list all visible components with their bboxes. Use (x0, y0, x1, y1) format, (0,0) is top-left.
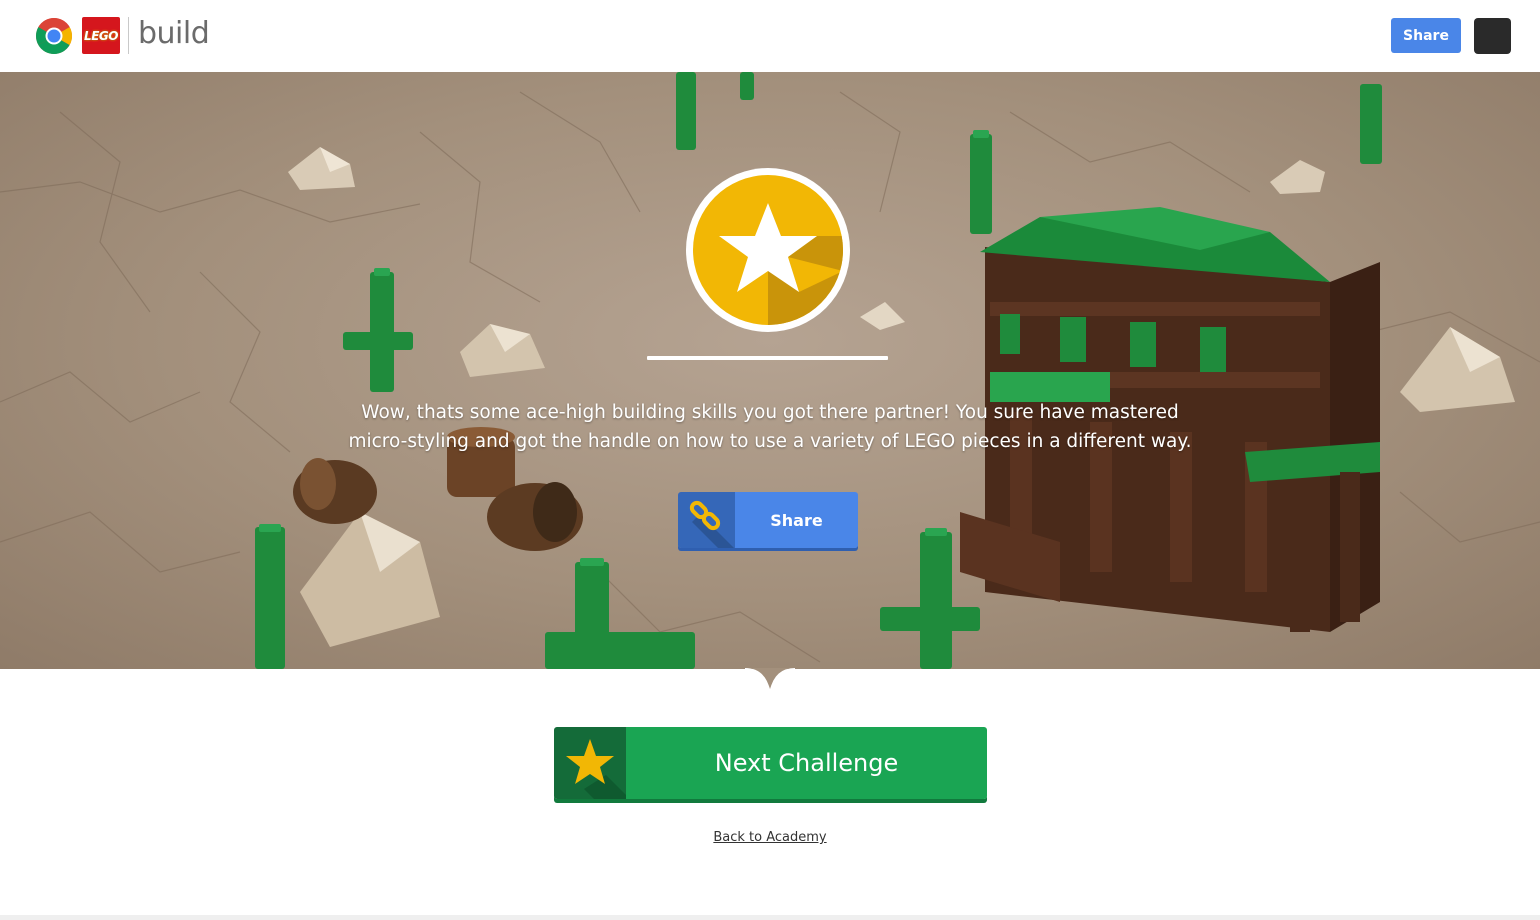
hero-notch (745, 668, 795, 694)
star-icon (566, 739, 626, 799)
share-link-box (678, 492, 735, 548)
next-challenge-star-box (554, 727, 626, 799)
brand-title[interactable]: build (138, 15, 210, 53)
hero-banner: Wow, thats some ace-high building skills… (0, 72, 1540, 669)
rock-left-top (288, 147, 355, 190)
hero-divider (647, 356, 888, 360)
hero-share-label: Share (735, 492, 858, 548)
hero-message: Wow, thats some ace-high building skills… (348, 402, 1192, 452)
menu-button[interactable] (1474, 18, 1511, 54)
back-to-academy-link[interactable]: Back to Academy (670, 830, 870, 845)
lego-logo[interactable]: LEGO (82, 17, 120, 54)
lego-logo-text: LEGO (84, 28, 118, 43)
top-bar: LEGO build Share (0, 0, 1540, 72)
next-challenge-label: Next Challenge (626, 727, 987, 799)
link-icon (689, 500, 735, 548)
badge-face (693, 175, 843, 325)
chrome-logo-icon[interactable] (35, 17, 73, 55)
next-challenge-button[interactable]: Next Challenge (554, 727, 987, 799)
bottom-divider (0, 915, 1540, 920)
star-icon (719, 203, 843, 325)
header-share-button[interactable]: Share (1391, 18, 1461, 53)
achievement-badge (686, 168, 850, 332)
brand-divider (128, 17, 129, 54)
hero-share-button[interactable]: Share (678, 492, 858, 548)
desert-scene-image (0, 72, 1540, 669)
